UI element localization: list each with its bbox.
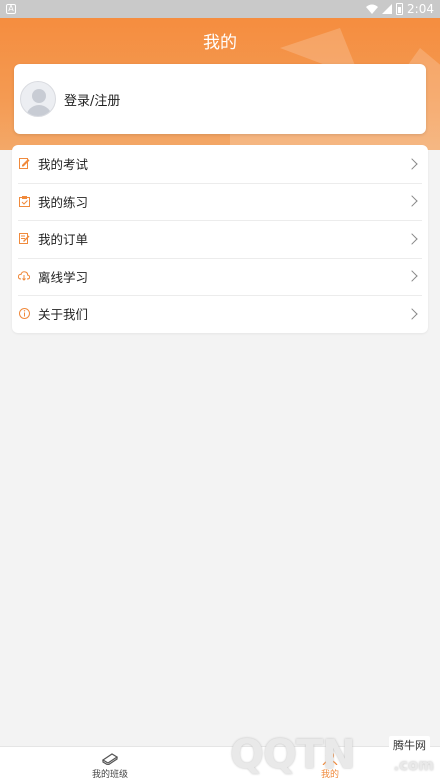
menu-item-label: 关于我们 bbox=[38, 307, 89, 323]
menu-item-practice[interactable]: 我的练习 bbox=[12, 182, 428, 221]
menu-item-label: 我的订单 bbox=[38, 232, 89, 248]
battery-icon bbox=[396, 3, 404, 15]
bottom-nav: 我的班级 我的 bbox=[0, 746, 440, 784]
tab-label: 我的班级 bbox=[91, 770, 128, 780]
exam-edit-icon bbox=[18, 158, 30, 170]
practice-icon bbox=[18, 195, 30, 207]
tab-mine[interactable]: 我的 bbox=[220, 747, 440, 784]
menu-item-label: 离线学习 bbox=[38, 269, 89, 285]
menu-item-about-us[interactable]: 关于我们 bbox=[12, 295, 428, 333]
book-icon bbox=[101, 753, 119, 765]
clock: 2:04 bbox=[407, 2, 434, 16]
menu-item-label: 我的考试 bbox=[38, 157, 89, 173]
user-icon bbox=[322, 751, 338, 765]
menu-item-label: 我的练习 bbox=[38, 194, 89, 210]
info-icon bbox=[18, 308, 30, 320]
chevron-right-icon bbox=[406, 308, 418, 320]
signal-icon bbox=[382, 4, 393, 14]
tab-label: 我的 bbox=[320, 770, 339, 780]
chevron-right-icon bbox=[406, 270, 418, 282]
menu-item-orders[interactable]: 我的订单 bbox=[12, 220, 428, 258]
menu-list: 我的考试 我的练习 我的订单 离线学习 关于我们 bbox=[12, 145, 428, 333]
menu-item-exams[interactable]: 我的考试 bbox=[12, 145, 428, 183]
chevron-right-icon bbox=[406, 195, 418, 207]
wifi-icon bbox=[366, 4, 379, 14]
chevron-right-icon bbox=[406, 233, 418, 245]
chevron-right-icon bbox=[406, 158, 418, 170]
page-title: 我的 bbox=[203, 33, 237, 53]
menu-item-offline-learning[interactable]: 离线学习 bbox=[12, 257, 428, 296]
order-icon bbox=[18, 233, 30, 245]
cloud-download-icon bbox=[18, 270, 30, 282]
notification-badge: A bbox=[6, 4, 16, 14]
status-bar: A 2:04 bbox=[0, 0, 440, 18]
login-card[interactable]: 登录/注册 bbox=[14, 64, 426, 134]
login-register-link[interactable]: 登录/注册 bbox=[64, 90, 120, 109]
avatar[interactable] bbox=[20, 81, 56, 117]
tab-my-class[interactable]: 我的班级 bbox=[0, 747, 220, 784]
